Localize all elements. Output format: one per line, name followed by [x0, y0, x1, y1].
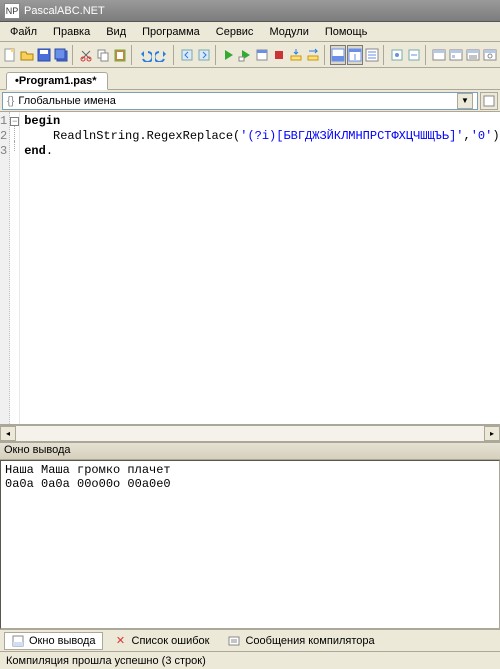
errors-tab-icon: ✕ [114, 634, 128, 648]
tab-messages[interactable]: Сообщения компилятора [220, 632, 381, 650]
nav-back-button[interactable] [179, 45, 195, 65]
form-d-button[interactable] [482, 45, 498, 65]
fold-column: − [10, 112, 20, 424]
messages-tab-icon [227, 634, 241, 648]
menubar: Файл Правка Вид Программа Сервис Модули … [0, 22, 500, 42]
line-gutter: 1 2 3 [0, 112, 10, 424]
scroll-track[interactable] [16, 426, 484, 441]
class-extra-button[interactable] [480, 92, 498, 110]
save-all-button[interactable] [53, 45, 69, 65]
file-tabs: •Program1.pas* [0, 68, 500, 90]
compile-button[interactable] [254, 45, 270, 65]
class-selector-row: {} Глобальные имена ▼ [0, 90, 500, 112]
braces-icon: {} [7, 95, 14, 107]
tab-errors[interactable]: ✕ Список ошибок [107, 632, 217, 650]
output-title: Окно вывода [0, 443, 500, 460]
output-line: Наша Маша громко плачет [5, 463, 171, 477]
menu-program[interactable]: Программа [134, 24, 208, 40]
run-button[interactable] [220, 45, 236, 65]
run-noio-button[interactable] [237, 45, 253, 65]
copy-button[interactable] [95, 45, 111, 65]
undo-button[interactable] [137, 45, 153, 65]
scroll-left-icon[interactable]: ◂ [0, 426, 16, 441]
stop-button[interactable] [271, 45, 287, 65]
line-num: 3 [0, 144, 7, 159]
output-line: 0а0а 0а0а 00о00о 00а0е0 [5, 477, 171, 491]
view-panel3-button[interactable] [364, 45, 380, 65]
tab-errors-label: Список ошибок [132, 635, 210, 647]
menu-modules[interactable]: Модули [261, 24, 316, 40]
app-icon: NP [4, 3, 20, 19]
bottom-panel: Окно вывода Наша Маша громко плачет 0а0а… [0, 441, 500, 669]
kw-end: end [24, 144, 46, 158]
paste-button[interactable] [112, 45, 128, 65]
tab-output-label: Окно вывода [29, 635, 96, 647]
bottom-tabs: Окно вывода ✕ Список ошибок Сообщения ко… [0, 629, 500, 651]
step-into-button[interactable] [288, 45, 304, 65]
menu-help[interactable]: Помощь [317, 24, 376, 40]
tab-program1[interactable]: •Program1.pas* [6, 72, 108, 90]
new-file-button[interactable] [2, 45, 18, 65]
line-num: 1 [0, 114, 7, 129]
tab-output[interactable]: Окно вывода [4, 632, 103, 650]
step-over-button[interactable] [305, 45, 321, 65]
app-title: PascalABC.NET [24, 5, 105, 17]
kw-begin: begin [24, 114, 60, 128]
code-content[interactable]: begin ReadlnString.RegexReplace('(?i)[БВ… [20, 112, 500, 424]
class-selector-label: Глобальные имена [18, 95, 116, 107]
tool-b-button[interactable] [406, 45, 422, 65]
form-b-button[interactable] [448, 45, 464, 65]
cut-button[interactable] [78, 45, 94, 65]
code-editor[interactable]: 1 2 3 − begin ReadlnString.RegexReplace(… [0, 112, 500, 425]
menu-file[interactable]: Файл [2, 24, 45, 40]
tab-messages-label: Сообщения компилятора [245, 635, 374, 647]
form-a-button[interactable] [431, 45, 447, 65]
line-num: 2 [0, 129, 7, 144]
output-tab-icon [11, 634, 25, 648]
titlebar: NP PascalABC.NET [0, 0, 500, 22]
chevron-down-icon[interactable]: ▼ [457, 93, 473, 109]
output-area[interactable]: Наша Маша громко плачет 0а0а 0а0а 00о00о… [0, 460, 500, 629]
view-panel1-button[interactable] [330, 45, 346, 65]
save-button[interactable] [36, 45, 52, 65]
toolbar [0, 42, 500, 68]
menu-view[interactable]: Вид [98, 24, 134, 40]
editor-pane: 1 2 3 − begin ReadlnString.RegexReplace(… [0, 112, 500, 441]
open-file-button[interactable] [19, 45, 35, 65]
view-panel2-button[interactable] [347, 45, 363, 65]
status-bar: Компиляция прошла успешно (3 строк) [0, 651, 500, 669]
nav-forward-button[interactable] [196, 45, 212, 65]
fold-toggle-minus[interactable]: − [10, 117, 19, 126]
redo-button[interactable] [154, 45, 170, 65]
menu-service[interactable]: Сервис [208, 24, 262, 40]
scroll-right-icon[interactable]: ▸ [484, 426, 500, 441]
status-text: Компиляция прошла успешно (3 строк) [6, 655, 206, 667]
form-c-button[interactable] [465, 45, 481, 65]
menu-edit[interactable]: Правка [45, 24, 98, 40]
editor-hscroll[interactable]: ◂ ▸ [0, 425, 500, 441]
tool-a-button[interactable] [389, 45, 405, 65]
class-selector[interactable]: {} Глобальные имена ▼ [2, 92, 478, 110]
